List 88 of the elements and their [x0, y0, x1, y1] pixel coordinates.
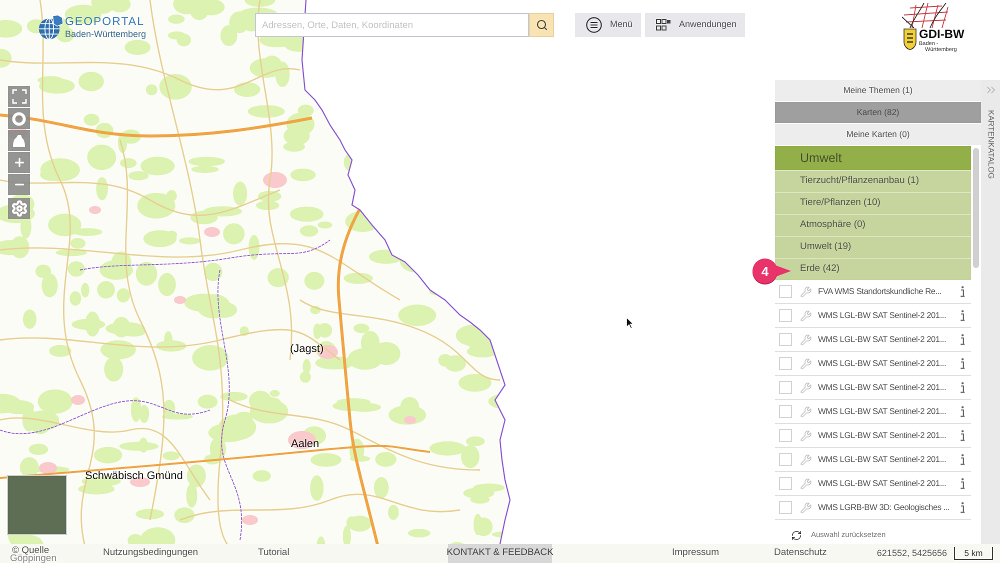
place-label: Aalen	[291, 438, 320, 451]
apps-button[interactable]: Anwendungen	[645, 13, 745, 37]
wrench-icon[interactable]	[800, 406, 812, 418]
footer-link[interactable]: Impressum	[672, 546, 719, 561]
place-label: (Jagst)	[290, 343, 324, 356]
info-icon[interactable]	[960, 502, 965, 513]
layer-name: WMS LGL-BW SAT Sentinel-2 201...	[818, 405, 946, 418]
info-icon[interactable]	[960, 358, 965, 369]
footer-link[interactable]: Tutorial	[258, 546, 290, 561]
checkbox[interactable]	[779, 453, 792, 466]
wrench-icon[interactable]	[800, 334, 812, 346]
locate-button[interactable]	[8, 108, 30, 129]
checkbox[interactable]	[779, 309, 792, 322]
aerial-photo-placeholder[interactable]	[7, 475, 67, 535]
layer-name: WMS LGL-BW SAT Sentinel-2 201...	[818, 381, 946, 394]
checkbox[interactable]	[779, 381, 792, 394]
info-icon[interactable]	[960, 334, 965, 345]
scale-bar: 5 km	[954, 547, 993, 560]
wrench-icon[interactable]	[800, 454, 812, 466]
partner-logo-title: GDI-BW	[919, 28, 964, 41]
info-icon[interactable]	[960, 286, 965, 297]
checkbox[interactable]	[779, 333, 792, 346]
category-item[interactable]: Tierzucht/Pflanzenanbau (1)	[775, 170, 971, 192]
info-icon[interactable]	[960, 382, 965, 393]
ring-icon	[12, 112, 26, 126]
wrench-icon[interactable]	[800, 310, 812, 322]
footer-link[interactable]: © Quelle	[12, 546, 50, 555]
category-item[interactable]: Atmosphäre (0)	[775, 214, 971, 236]
search-icon	[536, 19, 548, 31]
layer-name: WMS LGL-BW SAT Sentinel-2 201...	[818, 477, 946, 490]
wrench-icon[interactable]	[800, 478, 812, 490]
wrench-icon[interactable]	[800, 430, 812, 442]
checkbox[interactable]	[779, 429, 792, 442]
wrench-icon[interactable]	[800, 286, 812, 298]
place-label: Schwäbisch Gmünd	[85, 470, 183, 483]
refresh-arrows-icon	[791, 530, 802, 540]
fullscreen-button[interactable]	[8, 86, 30, 107]
grid-icon	[656, 19, 671, 31]
info-icon[interactable]	[960, 478, 965, 489]
feedback-button[interactable]: KONTAKT & FEEDBACK	[448, 544, 552, 563]
logo-subtitle: Baden-Württemberg	[64, 29, 146, 40]
info-icon[interactable]	[960, 310, 965, 321]
place-label: Göppingen	[10, 555, 56, 563]
layer-name: WMS LGL-BW SAT Sentinel-2 201...	[818, 357, 946, 370]
map-drawing[interactable]	[0, 0, 511, 544]
scrollbar-thumb[interactable]	[973, 148, 979, 268]
catalog-tab[interactable]: Meine Karten (0)	[775, 124, 981, 146]
category-item[interactable]: Erde (42)	[775, 258, 971, 280]
catalog-tab[interactable]: Meine Themen (1)	[775, 80, 981, 102]
menu-button[interactable]: Menü	[575, 13, 641, 37]
category-item[interactable]: Tiere/Pflanzen (10)	[775, 192, 971, 214]
gear-icon	[10, 200, 28, 217]
checkbox[interactable]	[779, 501, 792, 514]
footer-link[interactable]: Datenschutz	[774, 546, 827, 561]
search-field[interactable]: Adressen, Orte, Daten, Koordinaten	[255, 13, 529, 37]
info-icon[interactable]	[960, 454, 965, 465]
plus-icon	[12, 156, 26, 169]
zoom-out-button[interactable]	[8, 174, 30, 195]
layer-name: WMS LGL-BW SAT Sentinel-2 201...	[818, 309, 946, 322]
layer-name: WMS LGL-BW SAT Sentinel-2 201...	[818, 453, 946, 466]
cursor-icon	[626, 317, 634, 329]
footer-link[interactable]: Nutzungsbedingungen	[103, 546, 198, 561]
checkbox[interactable]	[779, 477, 792, 490]
shield-icon	[903, 28, 917, 50]
zoom-in-button[interactable]	[8, 152, 30, 173]
search-button[interactable]	[529, 13, 554, 37]
vertical-panel-label[interactable]: KARTENKATALOG	[986, 110, 996, 179]
layer-name: FVA WMS Standortskundliche Re...	[818, 285, 942, 298]
corners-icon	[12, 89, 26, 104]
wrench-icon[interactable]	[800, 382, 812, 394]
info-icon[interactable]	[960, 430, 965, 441]
home-extent-button[interactable]	[8, 130, 30, 151]
logo-title: GEOPORTAL	[64, 16, 146, 29]
checkbox[interactable]	[779, 405, 792, 418]
category-item[interactable]: Umwelt (19)	[775, 236, 971, 258]
dome-icon	[12, 134, 26, 147]
net-lines-icon	[902, 3, 950, 28]
layer-name: WMS LGL-BW SAT Sentinel-2 201...	[818, 333, 946, 346]
checkbox[interactable]	[779, 357, 792, 370]
layer-name: WMS LGL-BW SAT Sentinel-2 201...	[818, 429, 946, 442]
wrench-icon[interactable]	[800, 358, 812, 370]
layer-name: WMS LGRB-BW 3D: Geologisches ...	[818, 501, 950, 514]
checkbox[interactable]	[779, 285, 792, 298]
info-icon[interactable]	[960, 406, 965, 417]
menu-icon	[586, 17, 602, 33]
wrench-icon[interactable]	[800, 502, 812, 514]
coordinates-readout: 621552, 5425656	[876, 546, 947, 560]
settings-button[interactable]	[8, 198, 30, 219]
